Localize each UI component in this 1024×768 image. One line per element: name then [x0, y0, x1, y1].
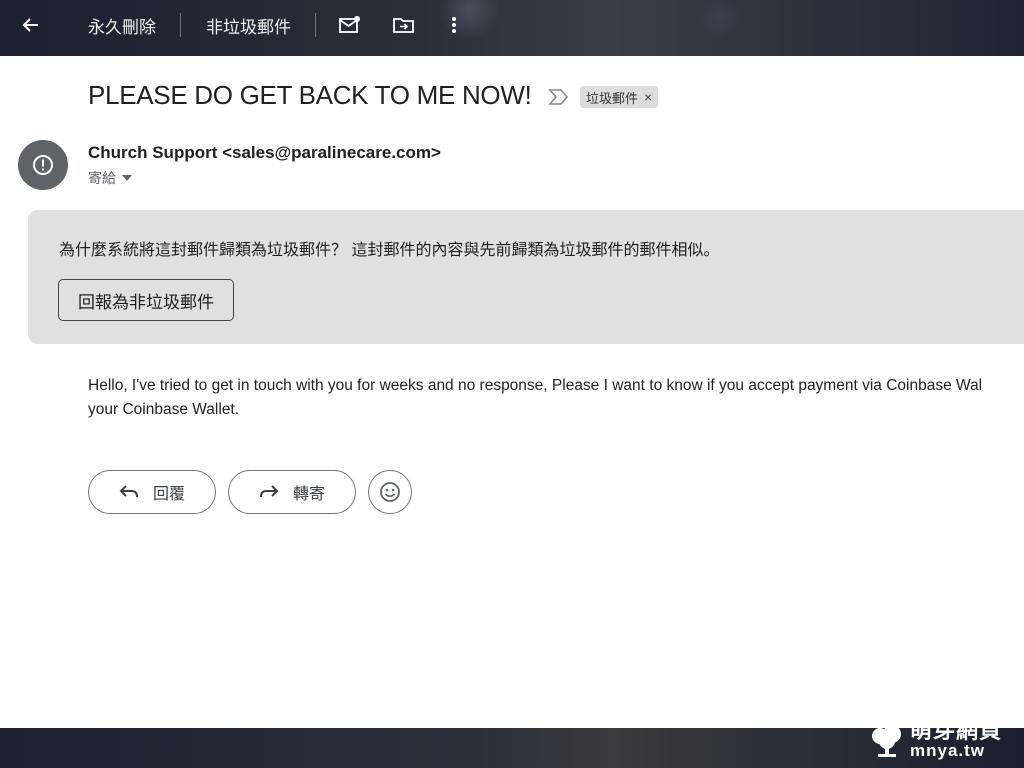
- emoji-reaction-button[interactable]: [368, 470, 412, 514]
- body-line: Hello, I've tried to get in touch with y…: [88, 377, 983, 394]
- not-spam-button[interactable]: 非垃圾郵件: [206, 13, 291, 38]
- forward-icon: [259, 485, 279, 498]
- forward-button[interactable]: 轉寄: [228, 470, 356, 514]
- reply-icon: [119, 485, 138, 498]
- sender-name[interactable]: Church Support <sales@paralinecare.com>: [88, 143, 441, 163]
- reply-label: 回覆: [152, 486, 185, 503]
- folder-move-icon[interactable]: [392, 13, 416, 37]
- remove-label-button[interactable]: ×: [644, 89, 652, 105]
- watermark-cn: 萌芽網頁: [910, 718, 1003, 743]
- email-panel: PLEASE DO GET BACK TO ME NOW! 垃圾郵件 × Chu…: [0, 56, 1024, 728]
- delete-forever-button[interactable]: 永久刪除: [88, 13, 156, 38]
- email-body: Hello, I've tried to get in touch with y…: [88, 374, 1024, 422]
- importance-marker-icon[interactable]: [548, 87, 570, 107]
- mail-dot-icon[interactable]: [338, 13, 362, 37]
- more-vert-icon[interactable]: [442, 13, 466, 37]
- smiley-icon: [380, 482, 400, 502]
- report-not-spam-button[interactable]: 回報為非垃圾郵件: [58, 279, 234, 321]
- recipient-details[interactable]: 寄給: [88, 168, 132, 188]
- email-subject: PLEASE DO GET BACK TO ME NOW!: [88, 80, 532, 110]
- to-me-label: 寄給: [88, 170, 116, 186]
- arrow-left-icon[interactable]: [19, 13, 43, 37]
- tree-logo-icon: [872, 724, 901, 757]
- caret-down-icon: [122, 175, 132, 181]
- label-text: 垃圾郵件: [586, 90, 639, 106]
- watermark-url: mnya.tw: [910, 741, 986, 760]
- spam-label-chip[interactable]: 垃圾郵件 ×: [580, 86, 659, 108]
- spam-warning-message: 為什麼系統將這封郵件歸類為垃圾郵件？ 這封郵件的內容與先前歸類為垃圾郵件的郵件相…: [59, 242, 720, 259]
- forward-label: 轉寄: [292, 486, 325, 503]
- site-watermark: 萌芽網頁 mnya.tw: [868, 720, 1002, 759]
- spam-warning-box: 為什麼系統將這封郵件歸類為垃圾郵件？ 這封郵件的內容與先前歸類為垃圾郵件的郵件相…: [28, 210, 1024, 344]
- reply-button[interactable]: 回覆: [88, 470, 216, 514]
- warning-icon: [33, 155, 53, 175]
- body-line: your Coinbase Wallet.: [88, 401, 240, 418]
- toolbar-divider: [180, 13, 181, 37]
- avatar[interactable]: [18, 140, 68, 190]
- toolbar: 永久刪除 非垃圾郵件: [0, 0, 1024, 50]
- toolbar-divider: [315, 13, 316, 37]
